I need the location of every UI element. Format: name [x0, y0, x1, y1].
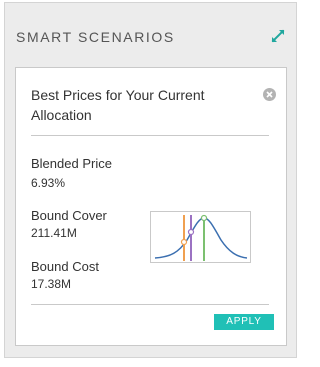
bound-cover-value: 211.41M [31, 226, 77, 240]
card-divider-bottom [31, 304, 269, 305]
scenario-card: Best Prices for Your Current Allocation … [15, 67, 287, 346]
blended-price-value: 6.93% [31, 176, 66, 190]
marker-green-point [200, 214, 208, 222]
distribution-thumbnail [150, 211, 251, 263]
panel-title: SMART SCENARIOS [16, 29, 175, 45]
marker-purple-point [187, 228, 195, 236]
expand-icon[interactable] [270, 28, 286, 44]
bound-cost-value: 17.38M [31, 277, 72, 291]
distribution-curve [154, 217, 248, 259]
marker-orange-point [180, 238, 188, 246]
card-title: Best Prices for Your Current Allocation [31, 87, 205, 123]
blended-price-label: Blended Price [31, 156, 112, 171]
distribution-chart [154, 214, 248, 261]
apply-button[interactable]: APPLY [214, 314, 274, 330]
close-icon[interactable] [263, 88, 276, 101]
smart-scenarios-panel: SMART SCENARIOS Best Prices for Your Cur… [4, 2, 297, 358]
bound-cover-label: Bound Cover [31, 208, 107, 223]
bound-cost-label: Bound Cost [31, 259, 99, 274]
card-divider-top [31, 135, 269, 136]
